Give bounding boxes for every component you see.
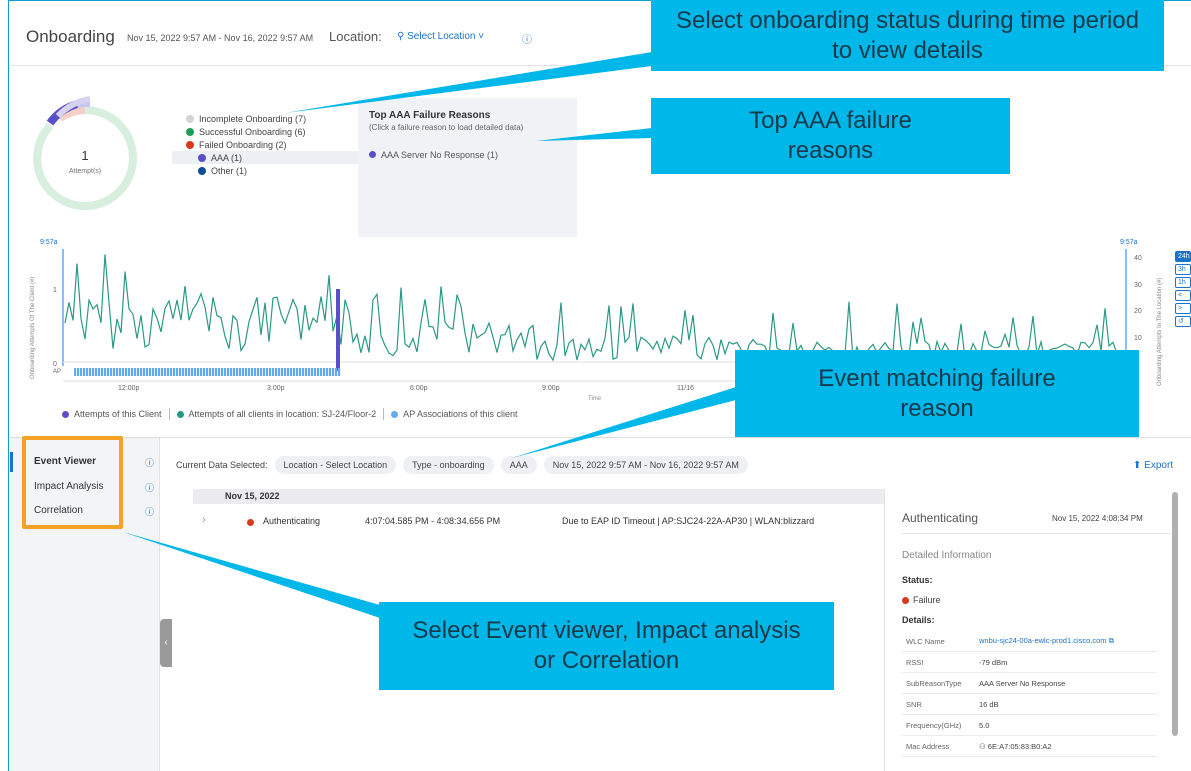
callout-event-text: Event matching failure reason bbox=[818, 364, 1056, 422]
callout-nav-text: Select Event viewer, Impact analysis or … bbox=[412, 617, 801, 674]
callout-pointer-nav bbox=[123, 532, 380, 618]
callout-pointer-aaa bbox=[536, 128, 652, 141]
callout-pointer-status bbox=[285, 52, 652, 113]
callout-event: Event matching failure reason bbox=[735, 350, 1139, 437]
callout-aaa: Top AAA failure reasons bbox=[651, 98, 1010, 174]
callout-status: Select onboarding status during time per… bbox=[651, 0, 1164, 71]
callout-aaa-text: Top AAA failure reasons bbox=[749, 107, 912, 164]
callout-pointer-event bbox=[512, 387, 736, 458]
callout-nav: Select Event viewer, Impact analysis or … bbox=[379, 602, 834, 690]
callout-status-text: Select onboarding status during time per… bbox=[676, 6, 1139, 64]
